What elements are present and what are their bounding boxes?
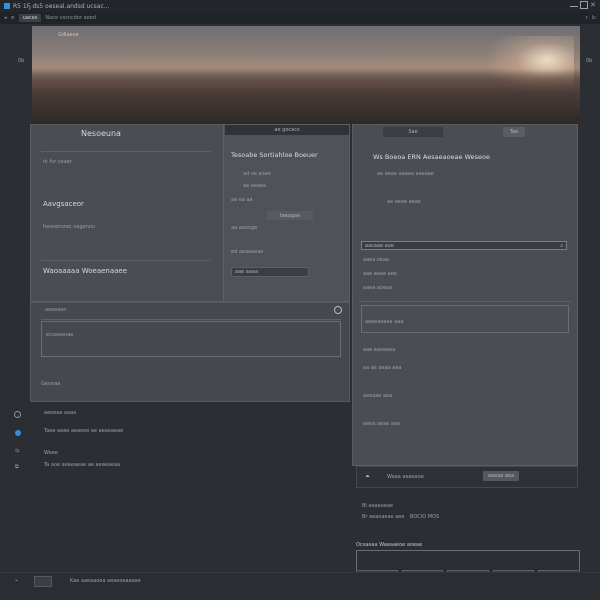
tab-secondary[interactable]: Nace vssncdor aoed [45, 15, 96, 21]
hero-landscape-image [32, 26, 580, 124]
rail-item-4[interactable]: Ta aoe aeaeaeae ae aeaeaeaa [44, 462, 120, 468]
window-titlebar: R5 1Ҕ ds5 oeseal.andsd ucsac... ✕ [0, 0, 600, 12]
section2-sub: hesnensrec nagenou [43, 224, 96, 230]
right-row-4: aae aaoeaea [363, 347, 396, 353]
bottom-status-bar: ⌄ Kae aaeaaoea aeaeoeaaeae [0, 572, 600, 590]
info-icon[interactable] [334, 306, 342, 314]
right-footer-bar: ⏶ Waaa aeaeaoe aaeae aea [356, 466, 578, 488]
right-footer-text: Waaa aeaeaoe [387, 474, 424, 480]
rail-item-3[interactable]: Waee [44, 450, 58, 456]
bottom-label-2b: BOCIO MOS [410, 514, 440, 520]
divider [41, 319, 341, 320]
tab-right[interactable]: r [586, 15, 588, 21]
left-settings-panel: Nesoeuna rk fvr ceaer Aavgsaceor hesnens… [30, 124, 350, 302]
lower-input-panel: aeaoaen ecoaeonae Geneaa [30, 302, 350, 402]
tab-1[interactable]: Sae [383, 127, 443, 137]
center-title: Tesoabe Sortiahloe Boeuer [231, 151, 318, 159]
expand-icon[interactable]: ⌄ [14, 576, 19, 583]
window-title: R5 1Ҕ ds5 oeseal.andsd ucsac... [13, 2, 110, 10]
right-row-6: aeeaae aea [363, 393, 393, 399]
minimize-icon[interactable] [570, 1, 578, 7]
right-settings-panel: Sae Tae Ws Boeoa ERN Aesaeaoeae Weseoe a… [352, 124, 578, 466]
bottom-label-2: Br aeaoaeae aee [362, 514, 405, 520]
divider [41, 151, 211, 152]
rail-item-1[interactable]: aeoeae aaae [44, 410, 76, 416]
text-input-value: ecoaeonae [46, 332, 74, 338]
hero-caption: Gdlaeoe [58, 32, 79, 38]
right-row-7: aeea aeae aea [363, 421, 400, 427]
center-dropdown[interactable]: aae aaaa [231, 267, 309, 277]
right-sub-2: ae aeae aeae [387, 199, 421, 205]
right-footer-button[interactable]: aaeae aea [483, 471, 519, 481]
sort-icon[interactable]: ⏶ [365, 473, 370, 481]
bottom-status-text: Kae aaeaaoea aeaeoeaaeae [70, 578, 141, 584]
right-row-1: aaea oeae [363, 257, 390, 263]
left-panel-heading: Nesoeuna [81, 129, 121, 138]
mid-pill-button[interactable]: taeagae [267, 211, 313, 220]
text-input-area[interactable]: ecoaeonae [41, 321, 341, 357]
tab-bar: ◂ ≡ uaces Nace vssncdor aoed r Ic [0, 12, 600, 24]
right-sub-1: ae aeae aaaaa aaeaae [377, 171, 434, 177]
search-icon: ⌕ [560, 242, 563, 249]
center-row-5: ed aeaaaeae [231, 249, 264, 255]
foreground-terrain [32, 92, 580, 124]
bottom-label-1: Bi aeaeaeae [362, 503, 393, 509]
right-gutter-label: 0b [586, 58, 593, 64]
rail-item-2[interactable]: Taee aeae aeaeoe ae aeaeaeae [44, 428, 123, 434]
top-pill-button[interactable]: ae gocacs [225, 125, 349, 135]
center-dropdown-value: aae aaaa [235, 269, 259, 275]
status-dot-icon [15, 430, 21, 436]
right-row-3: aaea aoeaa [363, 285, 393, 291]
right-search-input[interactable]: aacaae aoe ⌕ [361, 241, 567, 250]
left-gutter-label: 0b [18, 58, 25, 64]
section2-heading: Aavgsaceor [43, 200, 84, 208]
app-icon [4, 3, 10, 9]
globe-icon[interactable] [14, 411, 21, 418]
lower-footer-label: Geneaa [41, 381, 61, 387]
right-input-box[interactable] [361, 305, 569, 333]
center-row-2: ae aeaea [243, 183, 267, 189]
divider [359, 301, 571, 302]
right-row-2: aae aeae aee [363, 271, 397, 277]
center-row-1: ad oe aoae [243, 171, 271, 177]
center-row-4: aa aaooge [231, 225, 258, 231]
divider [41, 260, 211, 261]
tab-2[interactable]: Tae [503, 127, 525, 137]
lower-field-label: aeaoaen [45, 307, 67, 313]
bottom-section-title: Ocsaeaa Waeaaeoe aoeae [356, 542, 423, 548]
right-row-5: aa ae aeaa aaa [363, 365, 402, 371]
maximize-icon[interactable] [580, 1, 588, 9]
bottom-bar-button[interactable] [34, 576, 52, 587]
right-search-placeholder: aacaae aoe [365, 242, 394, 249]
back-icon[interactable]: ◂ [4, 15, 7, 21]
copy-icon[interactable]: ⧉ [15, 464, 19, 470]
tab-far-right[interactable]: Ic [592, 15, 596, 21]
tab-active[interactable]: uaces [18, 14, 42, 22]
left-panel-sub-label: rk fvr ceaer [43, 159, 72, 165]
menu-icon[interactable]: ≡ [11, 15, 15, 21]
close-icon[interactable]: ✕ [590, 1, 598, 9]
right-panel-heading: Ws Boeoa ERN Aesaeaoeae Weseoe [373, 153, 491, 161]
center-row-3: ae ea aa [231, 197, 253, 203]
link-icon[interactable]: ⇆ [15, 448, 19, 454]
section3-heading: Waoaaaaa Woeaenaaee [43, 267, 128, 275]
